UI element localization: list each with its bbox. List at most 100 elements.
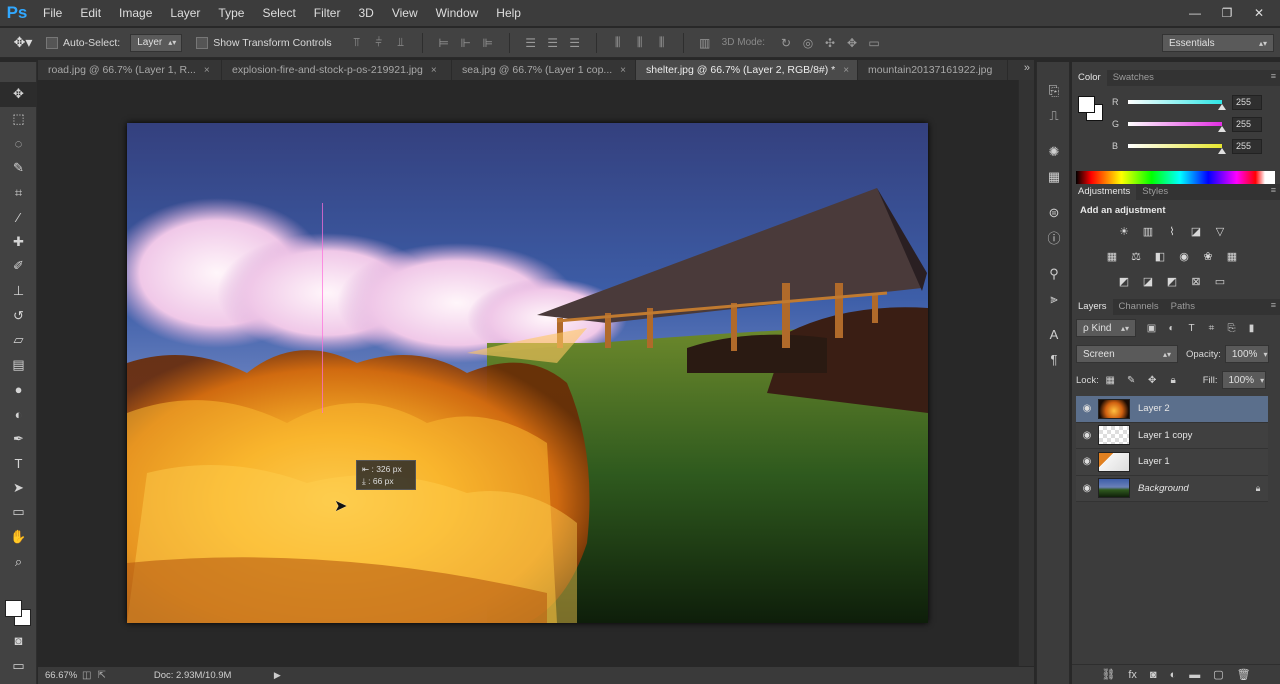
tab-shelter[interactable]: shelter.jpg @ 66.7% (Layer 2, RGB/8#) * … <box>636 60 858 80</box>
tool-presets-icon[interactable]: ⚲ <box>1037 261 1071 286</box>
new-group-icon[interactable]: ▬ <box>1189 669 1200 681</box>
vertical-scrollbar[interactable] <box>1018 80 1034 666</box>
gradient-map-icon[interactable]: ▭ <box>1212 273 1228 289</box>
history-icon[interactable]: ⎘ <box>1037 78 1071 103</box>
new-adjustment-layer-icon[interactable]: ◐ <box>1170 669 1177 681</box>
visibility-eye-icon[interactable]: ◉ <box>1076 483 1098 494</box>
menu-edit[interactable]: Edit <box>71 0 110 26</box>
history-brush-tool-icon[interactable]: ↺ <box>0 303 37 328</box>
slider-green-knob[interactable] <box>1218 126 1226 132</box>
blur-tool-icon[interactable]: ● <box>0 377 37 402</box>
foreground-color[interactable] <box>5 600 22 617</box>
distribute-top-icon[interactable]: ☰ <box>522 34 540 52</box>
panel-menu-icon[interactable]: ≡ <box>1271 300 1276 310</box>
minimize-button[interactable]: — <box>1182 4 1208 22</box>
quick-mask-icon[interactable]: ◙ <box>0 628 37 653</box>
add-mask-icon[interactable]: ◙ <box>1150 669 1157 681</box>
more-tabs-icon[interactable]: » <box>1024 62 1030 74</box>
clone-source-icon[interactable]: ⊜ <box>1037 200 1071 225</box>
properties-icon[interactable]: ⎍ <box>1037 103 1071 128</box>
distribute-bottom-icon[interactable]: ☰ <box>566 34 584 52</box>
menu-3d[interactable]: 3D <box>349 0 382 26</box>
tab-adjustments[interactable]: Adjustments <box>1072 184 1137 200</box>
new-layer-icon[interactable]: ▢ <box>1213 668 1223 681</box>
layer-row-layer-1[interactable]: ◉ Layer 1 <box>1076 449 1268 476</box>
color-swatches[interactable] <box>5 600 35 630</box>
close-icon[interactable]: × <box>204 65 210 76</box>
layer-name[interactable]: Background <box>1138 483 1248 494</box>
invert-icon[interactable]: ◩ <box>1116 273 1132 289</box>
info-icon[interactable]: ⓘ <box>1037 225 1071 250</box>
marquee-tool-icon[interactable]: ⬚ <box>0 107 37 132</box>
status-options-icon[interactable]: ◫ <box>82 670 91 681</box>
layer-name[interactable]: Layer 1 <box>1138 456 1248 467</box>
layer-row-background[interactable]: ◉ Background 🔒︎ <box>1076 475 1268 502</box>
clone-stamp-tool-icon[interactable]: ⊥ <box>0 279 37 304</box>
brush-presets-icon[interactable]: ▦ <box>1037 164 1071 189</box>
filter-type-icon[interactable]: T <box>1184 321 1199 336</box>
vibrance-icon[interactable]: ▽ <box>1212 223 1228 239</box>
status-menu-arrow-icon[interactable]: ▶ <box>274 670 281 681</box>
tab-swatches[interactable]: Swatches <box>1107 70 1160 86</box>
slider-blue-track[interactable] <box>1128 144 1226 154</box>
close-button[interactable]: ✕ <box>1246 4 1272 22</box>
workspace-dropdown[interactable]: Essentials ▴▾ <box>1162 34 1274 52</box>
zoom-tool-icon[interactable]: ⌕ <box>0 549 37 574</box>
slider-green[interactable]: G 255 <box>1112 114 1274 134</box>
menu-view[interactable]: View <box>383 0 427 26</box>
photo-filter-icon[interactable]: ◉ <box>1176 248 1192 264</box>
screen-mode-icon[interactable]: ▭ <box>0 654 37 679</box>
visibility-eye-icon[interactable]: ◉ <box>1076 403 1098 414</box>
menu-select[interactable]: Select <box>253 0 304 26</box>
tab-channels[interactable]: Channels <box>1113 299 1165 315</box>
move-tool-preset-icon[interactable]: ✥▾ <box>0 34 46 51</box>
pen-tool-icon[interactable]: ✒ <box>0 426 37 451</box>
lock-position-icon[interactable]: ✥ <box>1145 373 1160 388</box>
fill-field[interactable]: 100% ▾ <box>1221 371 1266 389</box>
path-select-tool-icon[interactable]: ➤ <box>0 476 37 501</box>
close-icon[interactable]: × <box>620 65 626 76</box>
document-canvas[interactable]: ⇤ : 326 px ⤓ : 66 px ➤ <box>127 123 928 623</box>
layer-row-layer-1-copy[interactable]: ◉ Layer 1 copy <box>1076 422 1268 449</box>
menu-window[interactable]: Window <box>427 0 488 26</box>
levels-icon[interactable]: ▥ <box>1140 223 1156 239</box>
visibility-eye-icon[interactable]: ◉ <box>1076 430 1098 441</box>
filter-pixel-icon[interactable]: ▣ <box>1144 321 1159 336</box>
delete-layer-icon[interactable]: 🗑︎ <box>1237 668 1251 681</box>
healing-brush-tool-icon[interactable]: ✚ <box>0 230 37 255</box>
distribute-right-icon[interactable]: ⫼ <box>653 34 671 52</box>
gradient-tool-icon[interactable]: ▤ <box>0 353 37 378</box>
show-transform-option[interactable]: Show Transform Controls <box>196 36 332 49</box>
color-balance-icon[interactable]: ⚖ <box>1128 248 1144 264</box>
exposure-icon[interactable]: ◪ <box>1188 223 1204 239</box>
filter-adjustment-icon[interactable]: ◐ <box>1164 321 1179 336</box>
tab-layers[interactable]: Layers <box>1072 299 1113 315</box>
lasso-tool-icon[interactable]: ◌ <box>0 131 37 156</box>
slider-blue-value[interactable]: 255 <box>1232 138 1262 154</box>
eyedropper-tool-icon[interactable]: ⁄ <box>0 205 37 230</box>
color-panel-foreground[interactable] <box>1078 96 1095 113</box>
slider-red-value[interactable]: 255 <box>1232 94 1262 110</box>
color-lookup-icon[interactable]: ▦ <box>1224 248 1240 264</box>
tab-color[interactable]: Color <box>1072 70 1107 86</box>
black-white-icon[interactable]: ◧ <box>1152 248 1168 264</box>
blend-mode-dropdown[interactable]: Screen ▴▾ <box>1076 345 1178 363</box>
quick-select-tool-icon[interactable]: ✎ <box>0 156 37 181</box>
slide-3d-icon[interactable]: ✥ <box>843 34 861 52</box>
canvas-area[interactable]: ⇤ : 326 px ⤓ : 66 px ➤ <box>38 80 1018 666</box>
menu-layer[interactable]: Layer <box>161 0 209 26</box>
slider-green-track[interactable] <box>1128 122 1226 132</box>
filter-toggle-icon[interactable]: ▮ <box>1244 321 1259 336</box>
rectangle-tool-icon[interactable]: ▭ <box>0 500 37 525</box>
panel-menu-icon[interactable]: ≡ <box>1271 71 1276 81</box>
dodge-tool-icon[interactable]: ◐ <box>0 402 37 427</box>
align-vcenter-icon[interactable]: ⫩ <box>370 34 388 52</box>
align-bottom-icon[interactable]: ⫫ <box>392 34 410 52</box>
close-icon[interactable]: × <box>431 65 437 76</box>
hand-tool-icon[interactable]: ✋ <box>0 525 37 550</box>
slider-blue-knob[interactable] <box>1218 148 1226 154</box>
roll-3d-icon[interactable]: ◎ <box>799 34 817 52</box>
opacity-field[interactable]: 100% ▾ <box>1224 345 1269 363</box>
menu-filter[interactable]: Filter <box>305 0 350 26</box>
move-tool-icon[interactable]: ✥ <box>0 82 37 107</box>
